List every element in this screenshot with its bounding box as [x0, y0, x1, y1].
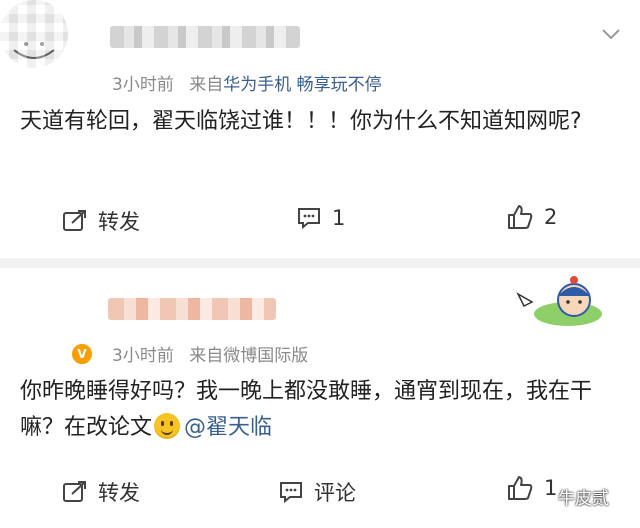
repost-label: 转发 — [98, 481, 140, 505]
comment-icon — [280, 482, 302, 504]
post-source[interactable]: 华为手机 畅享玩不停 — [223, 75, 381, 95]
mention-link[interactable]: @翟天临 — [184, 415, 272, 440]
avatar[interactable] — [0, 0, 68, 68]
post-text: 你昨晚睡得好吗？我一晚上都没敢睡，通宵到现在，我在干嘛？在改论文 — [20, 379, 593, 440]
thumbs-up-icon — [508, 205, 533, 229]
post-time: 3小时前 — [112, 75, 174, 95]
cartoon-sticker — [516, 276, 602, 326]
repost-icon — [63, 481, 86, 502]
username-blurred[interactable] — [108, 298, 276, 320]
separator — [0, 258, 640, 268]
comment-icon — [298, 208, 320, 230]
comment-count: 1 — [332, 206, 346, 230]
post-content: 天道有轮回，翟天临饶过谁！！！你为什么不知道知网呢? — [20, 109, 582, 134]
chevron-down-icon[interactable] — [600, 26, 622, 42]
comment-button[interactable]: 1 — [296, 206, 345, 230]
like-button[interactable]: 1 — [506, 475, 557, 501]
post-meta: 3小时前 来自华为手机 畅享玩不停 — [112, 70, 382, 95]
username-blurred[interactable] — [110, 26, 300, 48]
repost-icon — [63, 210, 86, 231]
post-time: 3小时前 — [112, 346, 174, 366]
source-prefix: 来自 — [189, 75, 224, 95]
repost-button[interactable]: 转发 — [62, 477, 140, 507]
repost-button[interactable]: 转发 — [62, 206, 140, 236]
source-prefix: 来自 — [189, 346, 224, 366]
comment-button[interactable]: 评论 — [278, 477, 356, 507]
like-count: 1 — [544, 476, 558, 500]
smile-emoji-icon — [154, 413, 181, 439]
comment-label: 评论 — [314, 481, 356, 505]
like-button[interactable]: 2 — [506, 204, 557, 230]
verified-badge: V — [70, 342, 94, 366]
repost-label: 转发 — [98, 210, 140, 234]
post-meta: 3小时前 来自微博国际版 — [112, 341, 308, 366]
post-content: 你昨晚睡得好吗？我一晚上都没敢睡，通宵到现在，我在干嘛？在改论文 @翟天临 — [20, 374, 620, 446]
watermark: 牛皮贰 — [558, 489, 609, 509]
post-source: 微博国际版 — [223, 346, 309, 366]
thumbs-up-icon — [508, 476, 533, 500]
like-count: 2 — [544, 205, 558, 229]
